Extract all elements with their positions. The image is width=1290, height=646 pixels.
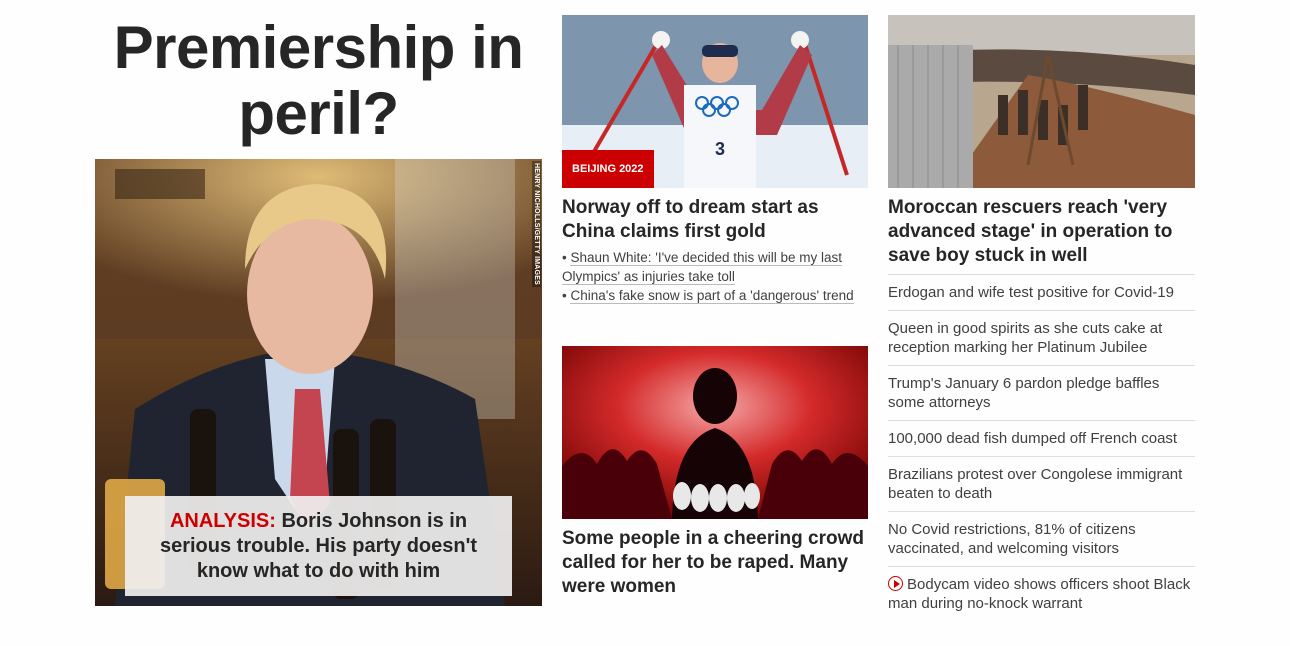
video-headline[interactable]: Bodycam video shows officers shoot Black… (888, 576, 1190, 612)
related-links: • Shaun White: 'I've decided this will b… (562, 248, 868, 305)
play-circle-icon (888, 576, 903, 591)
list-item[interactable]: Erdogan and wife test positive for Covid… (888, 274, 1195, 310)
lead-caption-text[interactable]: ANALYSIS: Boris Johnson is in serious tr… (139, 509, 498, 584)
lead-image[interactable]: HENRY NICHOLLS/GETTY IMAGES ANALYSIS: Bo… (95, 159, 542, 606)
morocco-headline[interactable]: Moroccan rescuers reach 'very advanced s… (888, 196, 1195, 268)
list-item[interactable]: No Covid restrictions, 81% of citizens v… (888, 511, 1195, 566)
svg-text:3: 3 (715, 139, 725, 159)
crowd-illustration (562, 346, 868, 519)
lead-caption[interactable]: ANALYSIS: Boris Johnson is in serious tr… (125, 496, 512, 596)
list-item[interactable]: 100,000 dead fish dumped off French coas… (888, 420, 1195, 456)
headline-list: Erdogan and wife test positive for Covid… (888, 274, 1195, 621)
list-item[interactable]: Trump's January 6 pardon pledge baffles … (888, 365, 1195, 420)
beijing-image[interactable]: 3 BEIJING 2022 (562, 15, 868, 188)
lead-headline[interactable]: Premiership in peril? (95, 15, 542, 147)
analysis-kicker: ANALYSIS: (169, 509, 276, 532)
norway-headline[interactable]: Norway off to dream start as China claim… (562, 196, 868, 244)
related-link-item[interactable]: • Shaun White: 'I've decided this will b… (562, 248, 868, 286)
rescue-site-photo (888, 15, 1195, 188)
lead-section: Premiership in peril? (95, 15, 542, 147)
morocco-image[interactable] (888, 15, 1195, 188)
related-link-text[interactable]: Shaun White: 'I've decided this will be … (562, 250, 843, 285)
related-link-item[interactable]: • China's fake snow is part of a 'danger… (562, 286, 868, 305)
list-item[interactable]: Brazilians protest over Congolese immigr… (888, 456, 1195, 511)
crowd-headline[interactable]: Some people in a cheering crowd called f… (562, 527, 868, 599)
list-item[interactable]: Queen in good spirits as she cuts cake a… (888, 310, 1195, 365)
crowd-image[interactable] (562, 346, 868, 519)
list-item-video[interactable]: Bodycam video shows officers shoot Black… (888, 566, 1195, 621)
related-link-text[interactable]: China's fake snow is part of a 'dangerou… (570, 288, 854, 304)
photo-credit: HENRY NICHOLLS/GETTY IMAGES (532, 161, 541, 287)
beijing-badge[interactable]: BEIJING 2022 (562, 150, 654, 188)
